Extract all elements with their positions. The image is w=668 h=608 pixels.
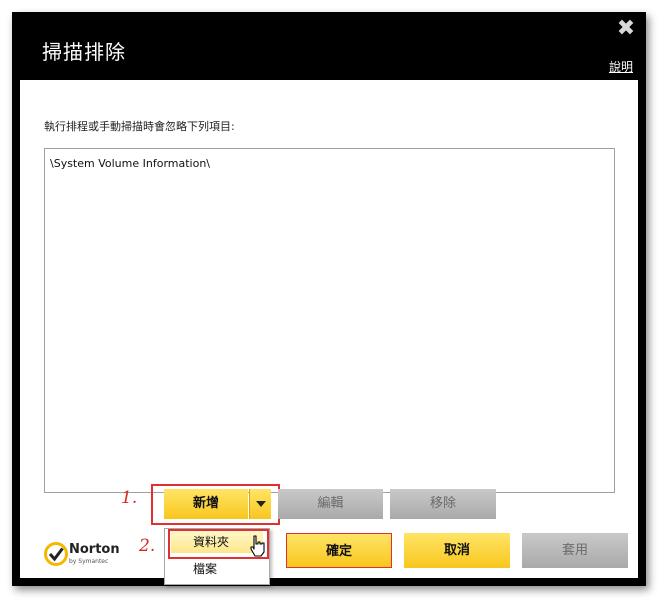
norton-check-icon — [44, 542, 68, 566]
dialog-title: 掃描排除 — [42, 40, 126, 64]
exclusion-list[interactable]: \System Volume Information\ — [44, 148, 615, 493]
norton-logo: Norton by Symantec — [44, 541, 120, 567]
instruction-text: 執行排程或手動掃描時會忽略下列項目: — [44, 120, 235, 133]
annotation-step1: 1. — [121, 488, 138, 508]
logo-byline: by Symantec — [69, 558, 109, 565]
list-item[interactable]: \System Volume Information\ — [50, 157, 210, 170]
edit-button[interactable]: 編輯 — [278, 489, 383, 519]
add-dropdown-button[interactable] — [249, 489, 271, 519]
logo-text: Norton — [69, 542, 120, 557]
close-icon[interactable]: ✖ — [616, 18, 636, 40]
chevron-down-icon — [256, 501, 266, 507]
annotation-step2: 2. — [139, 536, 156, 556]
remove-button[interactable]: 移除 — [390, 489, 496, 519]
menu-item-file[interactable]: 檔案 — [171, 558, 263, 580]
cancel-button[interactable]: 取消 — [404, 533, 510, 568]
apply-button[interactable]: 套用 — [522, 533, 628, 568]
help-link[interactable]: 說明 — [609, 58, 633, 75]
add-button[interactable]: 新增 — [164, 489, 248, 519]
ok-button[interactable]: 確定 — [286, 533, 392, 568]
hand-cursor-icon — [250, 535, 265, 557]
